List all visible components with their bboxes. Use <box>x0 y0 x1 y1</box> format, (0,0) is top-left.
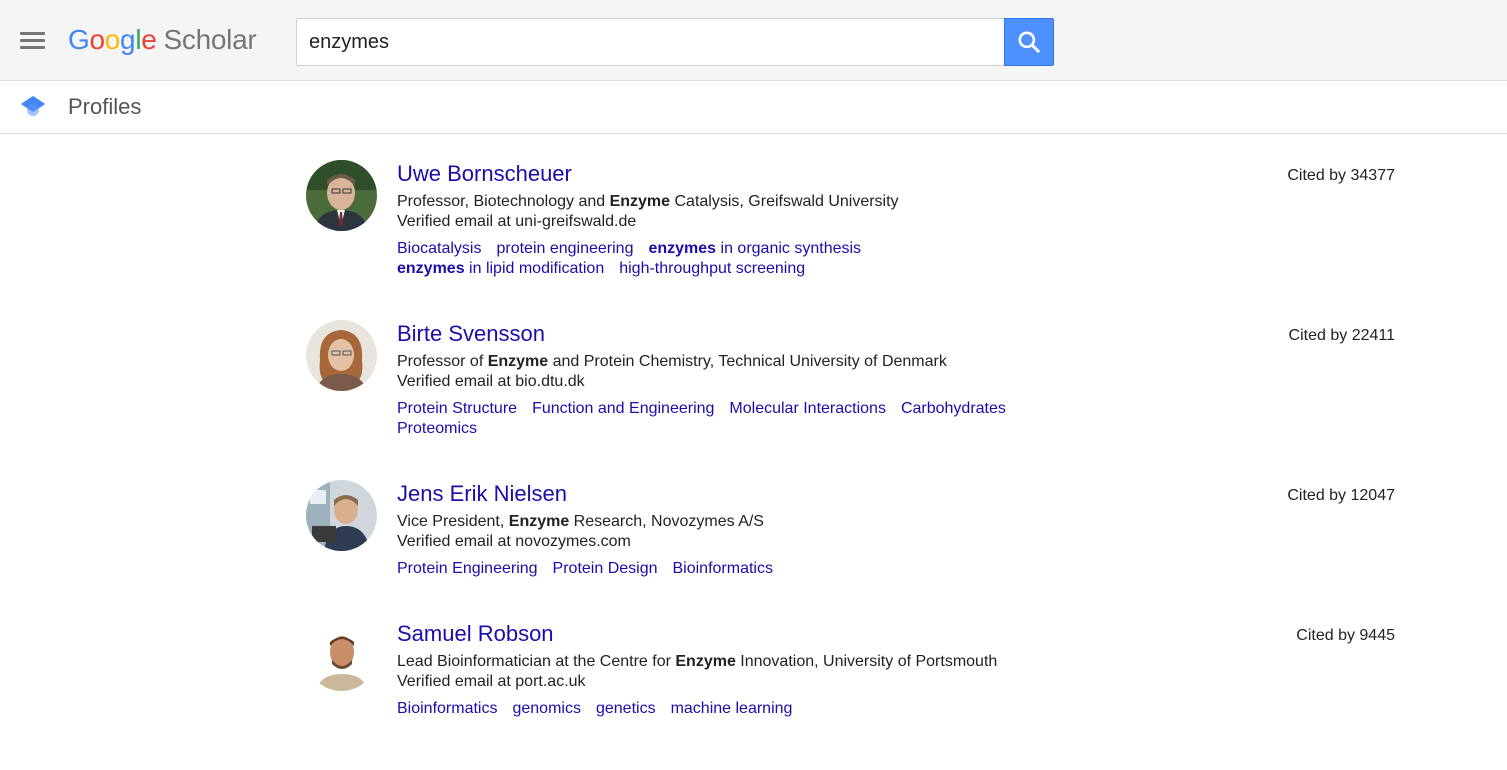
avatar[interactable] <box>306 160 377 231</box>
profile-email: Verified email at novozymes.com <box>397 533 631 550</box>
interest-link[interactable]: Protein Design <box>553 560 658 577</box>
search-icon <box>1018 31 1040 53</box>
cited-by-count[interactable]: Cited by 12047 <box>1287 486 1395 506</box>
interest-link[interactable]: Function and Engineering <box>532 400 714 417</box>
interest-link[interactable]: Protein Structure <box>397 400 517 417</box>
interest-list: Bioinformatics genomics genetics machine le… <box>397 699 1097 719</box>
interest-link[interactable]: Molecular Interactions <box>729 400 886 417</box>
graduation-cap-icon <box>21 96 45 116</box>
cited-by-count[interactable]: Cited by 34377 <box>1287 166 1395 186</box>
profile-email: Verified email at bio.dtu.dk <box>397 373 585 390</box>
search-input[interactable] <box>297 19 1005 65</box>
google-scholar-logo[interactable]: Google Scholar <box>68 20 257 60</box>
cited-by-count[interactable]: Cited by 22411 <box>1289 326 1395 346</box>
profile-name[interactable]: Samuel Robson <box>397 620 554 648</box>
cited-by-count[interactable]: Cited by 9445 <box>1296 626 1395 646</box>
search-box <box>296 18 1005 66</box>
interest-link[interactable]: Bioinformatics <box>673 560 773 577</box>
interest-link[interactable]: Carbohydrates <box>901 400 1006 417</box>
profile-result: Samuel Robson Lead Bioinformatician at t… <box>0 620 1507 770</box>
interest-link[interactable]: enzymes in lipid modification <box>397 260 604 277</box>
interest-link[interactable]: enzymes in organic synthesis <box>648 240 861 257</box>
avatar[interactable] <box>306 620 377 691</box>
interest-link[interactable]: machine learning <box>671 700 793 717</box>
interest-link[interactable]: high-throughput screening <box>619 260 805 277</box>
interest-link[interactable]: protein engineering <box>496 240 633 257</box>
interest-list: Protein Structure Function and Engineerin… <box>397 399 1097 439</box>
interest-link[interactable]: Proteomics <box>397 420 477 437</box>
profile-name[interactable]: Uwe Bornscheuer <box>397 160 572 188</box>
profile-result: Uwe Bornscheuer Professor, Biotechnology… <box>0 160 1507 310</box>
top-header: Google Scholar <box>0 0 1507 81</box>
interest-link[interactable]: genetics <box>596 700 656 717</box>
interest-link[interactable]: Bioinformatics <box>397 700 497 717</box>
interest-link[interactable]: Protein Engineering <box>397 560 538 577</box>
profile-name[interactable]: Jens Erik Nielsen <box>397 480 567 508</box>
search-button[interactable] <box>1004 18 1054 66</box>
hamburger-menu-icon[interactable] <box>14 24 50 56</box>
profile-result: Birte Svensson Professor of Enzyme and P… <box>0 320 1507 470</box>
avatar[interactable] <box>306 480 377 551</box>
interest-list: Biocatalysis protein engineering enzymes i… <box>397 239 1097 279</box>
profile-result: Jens Erik Nielsen Vice President, Enzyme… <box>0 480 1507 630</box>
profile-name[interactable]: Birte Svensson <box>397 320 545 348</box>
interest-list: Protein Engineering Protein Design Bioinfo… <box>397 559 1097 579</box>
profiles-title: Profiles <box>68 94 142 119</box>
avatar[interactable] <box>306 320 377 391</box>
profile-affiliation: Professor, Biotechnology and Enzyme Cata… <box>397 193 899 210</box>
profile-email: Verified email at uni-greifswald.de <box>397 213 637 230</box>
profile-affiliation: Professor of Enzyme and Protein Chemistr… <box>397 353 947 370</box>
profile-email: Verified email at port.ac.uk <box>397 673 586 690</box>
interest-link[interactable]: genomics <box>512 700 580 717</box>
profile-affiliation: Vice President, Enzyme Research, Novozym… <box>397 513 764 530</box>
profile-affiliation: Lead Bioinformatician at the Centre for … <box>397 653 998 670</box>
profiles-bar: Profiles <box>0 81 1507 134</box>
interest-link[interactable]: Biocatalysis <box>397 240 481 257</box>
